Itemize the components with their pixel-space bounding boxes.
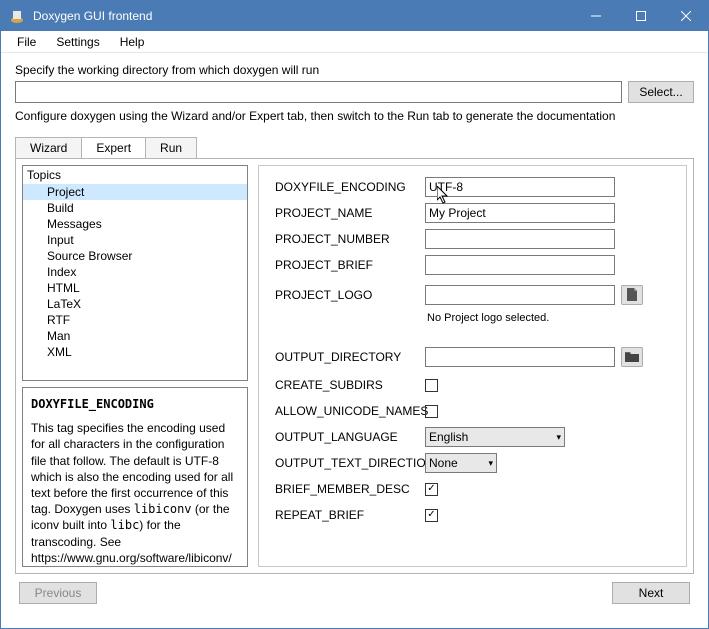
label-output-text-direction: OUTPUT_TEXT_DIRECTION [275, 456, 425, 470]
input-doxyfile-encoding[interactable] [425, 177, 615, 197]
help-title: DOXYFILE_ENCODING [31, 396, 239, 412]
form-panel: DOXYFILE_ENCODING PROJECT_NAME PROJECT_N… [258, 165, 687, 567]
input-project-number[interactable] [425, 229, 615, 249]
menu-help[interactable]: Help [110, 33, 155, 51]
label-allow-unicode-names: ALLOW_UNICODE_NAMES [275, 404, 425, 418]
checkbox-allow-unicode-names[interactable] [425, 405, 438, 418]
tab-run[interactable]: Run [145, 137, 197, 158]
chevron-down-icon: ▾ [556, 432, 561, 443]
label-doxyfile-encoding: DOXYFILE_ENCODING [275, 180, 425, 194]
checkbox-repeat-brief[interactable]: ✓ [425, 509, 438, 522]
folder-icon [625, 351, 639, 363]
label-output-directory: OUTPUT_DIRECTORY [275, 350, 425, 364]
label-project-number: PROJECT_NUMBER [275, 232, 425, 246]
menu-settings[interactable]: Settings [46, 33, 109, 51]
browse-logo-button[interactable] [621, 285, 643, 305]
label-project-logo: PROJECT_LOGO [275, 288, 425, 302]
checkbox-brief-member-desc[interactable]: ✓ [425, 483, 438, 496]
label-brief-member-desc: BRIEF_MEMBER_DESC [275, 482, 425, 496]
label-repeat-brief: REPEAT_BRIEF [275, 508, 425, 522]
file-icon [626, 288, 638, 302]
close-button[interactable] [663, 1, 708, 31]
menu-file[interactable]: File [7, 33, 46, 51]
topic-item[interactable]: Man [23, 328, 247, 344]
topic-item[interactable]: HTML [23, 280, 247, 296]
topic-item[interactable]: Messages [23, 216, 247, 232]
working-dir-label: Specify the working directory from which… [15, 63, 694, 77]
topics-panel: Topics ProjectBuildMessagesInputSource B… [22, 165, 248, 381]
working-dir-input[interactable] [15, 81, 622, 103]
topic-item[interactable]: Input [23, 232, 247, 248]
label-output-language: OUTPUT_LANGUAGE [275, 430, 425, 444]
next-button[interactable]: Next [612, 582, 690, 604]
titlebar: Doxygen GUI frontend [1, 1, 708, 31]
chevron-down-icon: ▾ [488, 458, 493, 469]
label-project-name: PROJECT_NAME [275, 206, 425, 220]
window-title: Doxygen GUI frontend [33, 9, 573, 23]
label-create-subdirs: CREATE_SUBDIRS [275, 378, 425, 392]
topic-item[interactable]: Build [23, 200, 247, 216]
topics-list[interactable]: ProjectBuildMessagesInputSource BrowserI… [23, 184, 247, 376]
input-project-brief[interactable] [425, 255, 615, 275]
logo-note: No Project logo selected. [427, 312, 674, 324]
checkbox-create-subdirs[interactable] [425, 379, 438, 392]
previous-button[interactable]: Previous [19, 582, 97, 604]
app-icon [9, 8, 25, 24]
help-body: This tag specifies the encoding used for… [31, 420, 239, 567]
input-output-directory[interactable] [425, 347, 615, 367]
tab-body: Topics ProjectBuildMessagesInputSource B… [15, 158, 694, 574]
topic-item[interactable]: RTF [23, 312, 247, 328]
browse-output-dir-button[interactable] [621, 347, 643, 367]
select-output-text-direction[interactable]: None▾ [425, 453, 497, 473]
input-project-logo[interactable] [425, 285, 615, 305]
label-project-brief: PROJECT_BRIEF [275, 258, 425, 272]
select-output-language[interactable]: English▾ [425, 427, 565, 447]
topic-item[interactable]: Source Browser [23, 248, 247, 264]
configure-text: Configure doxygen using the Wizard and/o… [15, 109, 694, 123]
tab-wizard[interactable]: Wizard [15, 137, 82, 158]
tab-expert[interactable]: Expert [81, 137, 146, 158]
select-dir-button[interactable]: Select... [628, 81, 694, 103]
maximize-button[interactable] [618, 1, 663, 31]
topic-item[interactable]: Index [23, 264, 247, 280]
minimize-button[interactable] [573, 1, 618, 31]
help-panel: DOXYFILE_ENCODING This tag specifies the… [22, 387, 248, 567]
input-project-name[interactable] [425, 203, 615, 223]
topic-item[interactable]: Project [23, 184, 247, 200]
topic-item[interactable]: XML [23, 344, 247, 360]
menubar: File Settings Help [1, 31, 708, 53]
topic-item[interactable]: LaTeX [23, 296, 247, 312]
tab-bar: Wizard Expert Run [15, 137, 694, 158]
topics-title: Topics [23, 166, 247, 184]
